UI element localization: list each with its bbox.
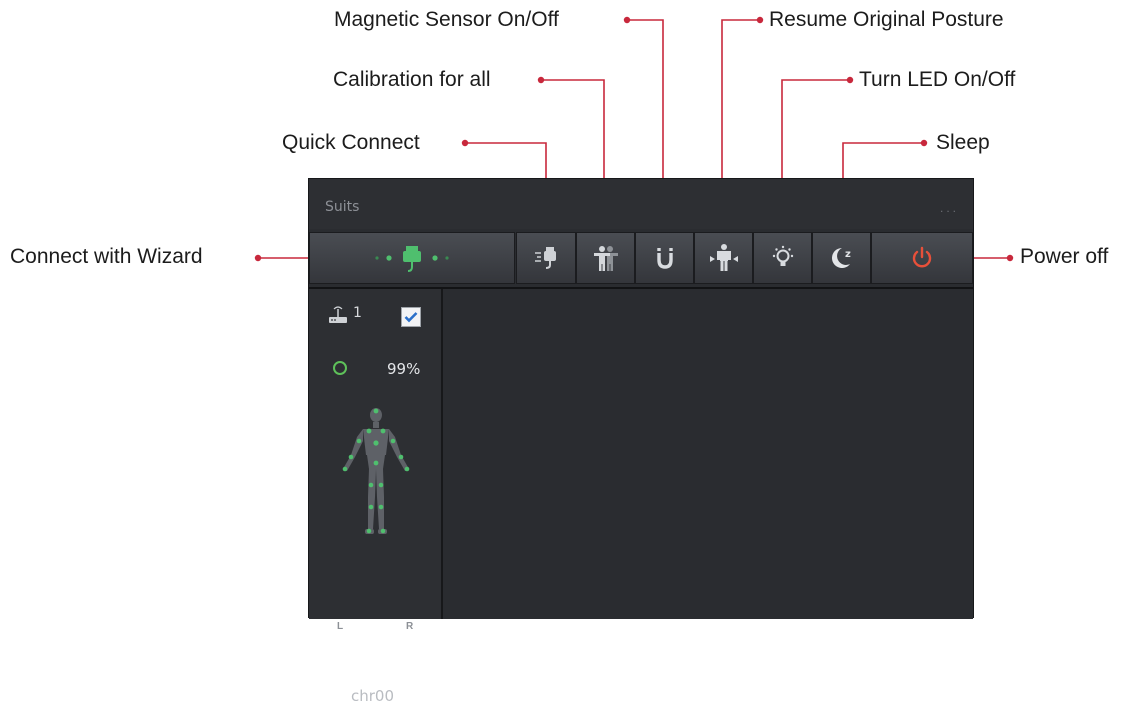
calibration-all-button[interactable] bbox=[576, 232, 635, 284]
connect-wizard-button[interactable] bbox=[309, 232, 515, 284]
magnet-icon bbox=[656, 248, 673, 269]
resume-posture-button[interactable] bbox=[694, 232, 753, 284]
sleep-button[interactable]: z bbox=[812, 232, 871, 284]
callout-sleep: Sleep bbox=[936, 131, 990, 154]
battery-level: 99% bbox=[387, 360, 421, 378]
more-options-button[interactable]: ... bbox=[940, 201, 959, 215]
power-icon bbox=[912, 246, 932, 268]
right-side-label: R bbox=[406, 621, 414, 632]
svg-text:z: z bbox=[845, 249, 851, 260]
suit-content-area bbox=[443, 289, 973, 619]
callout-power-off: Power off bbox=[1020, 245, 1109, 268]
panel-header: Suits ... bbox=[309, 179, 973, 230]
suit-sidebar: 1 99% L R chr00 bbox=[309, 289, 443, 705]
usb-plug-dots-icon bbox=[375, 246, 449, 272]
callout-calibration-all: Calibration for all bbox=[333, 68, 491, 91]
callout-turn-led: Turn LED On/Off bbox=[859, 68, 1016, 91]
callout-connect-wizard: Connect with Wizard bbox=[10, 245, 203, 268]
turn-led-button[interactable] bbox=[753, 232, 812, 284]
body-figure-icon bbox=[342, 408, 410, 534]
router-icon bbox=[329, 306, 347, 323]
suit-select-checkbox[interactable] bbox=[401, 307, 421, 327]
suit-number: 1 bbox=[353, 305, 362, 321]
power-off-button[interactable] bbox=[871, 232, 973, 284]
left-side-label: L bbox=[337, 621, 344, 632]
callout-quick-connect: Quick Connect bbox=[282, 131, 420, 154]
callout-resume-posture: Resume Original Posture bbox=[769, 8, 1004, 31]
usb-plug-icon bbox=[535, 247, 556, 269]
suit-toolbar: z bbox=[309, 229, 973, 289]
figures-icon bbox=[593, 246, 618, 271]
suits-panel: Suits ... z 1 99% L R chr00 bbox=[308, 178, 974, 705]
panel-title: Suits bbox=[325, 199, 360, 215]
figure-arrows-icon bbox=[709, 244, 738, 271]
check-icon bbox=[404, 312, 418, 323]
quick-connect-button[interactable] bbox=[516, 232, 576, 284]
moon-z-icon: z bbox=[831, 248, 851, 268]
character-name: chr00 bbox=[351, 687, 395, 705]
magnetic-sensor-button[interactable] bbox=[635, 232, 694, 284]
bulb-icon bbox=[772, 245, 793, 266]
callout-magnetic-sensor: Magnetic Sensor On/Off bbox=[334, 8, 559, 31]
battery-status-icon bbox=[333, 361, 347, 375]
